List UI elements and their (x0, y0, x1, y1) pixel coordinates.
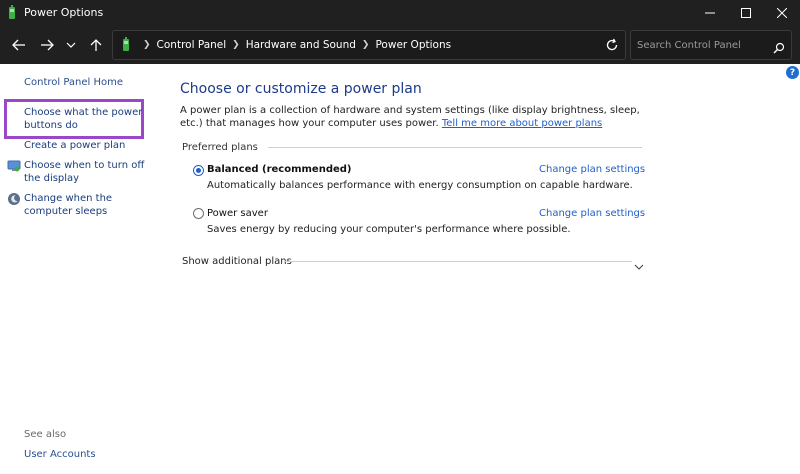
breadcrumb-separator-icon: ❯ (232, 40, 240, 50)
navigation-bar: ❯ Control Panel ❯ Hardware and Sound ❯ P… (0, 26, 800, 64)
preferred-plans-label: Preferred plans (182, 142, 258, 153)
chevron-down-icon[interactable] (634, 256, 644, 270)
breadcrumb: ❯ Control Panel ❯ Hardware and Sound ❯ P… (137, 39, 451, 51)
plan-description-power-saver: Saves energy by reducing your computer's… (207, 224, 571, 235)
page-title: Choose or customize a power plan (180, 81, 422, 97)
refresh-icon[interactable] (604, 37, 620, 53)
breadcrumb-power-options[interactable]: Power Options (375, 39, 451, 51)
back-button[interactable] (8, 34, 30, 56)
close-button[interactable] (764, 0, 800, 26)
breadcrumb-separator-icon: ❯ (361, 40, 370, 50)
power-options-icon (6, 5, 18, 25)
see-also-label: See also (24, 429, 67, 440)
address-bar[interactable]: ❯ Control Panel ❯ Hardware and Sound ❯ P… (112, 30, 703, 60)
main-content: ? Choose or customize a power plan A pow… (160, 64, 800, 474)
plan-radio-power-saver[interactable] (193, 208, 204, 219)
search-icon[interactable] (773, 39, 785, 58)
divider (284, 261, 632, 262)
search-box (630, 30, 792, 60)
search-input[interactable] (637, 37, 765, 53)
recent-locations-button[interactable] (60, 34, 82, 56)
plan-description-balanced: Automatically balances performance with … (207, 180, 633, 191)
window-title: Power Options (24, 6, 104, 19)
sidebar-item-create-plan[interactable]: Create a power plan (24, 139, 125, 152)
breadcrumb-separator-icon: ❯ (143, 40, 151, 50)
sidebar: Control Panel Home Choose what the power… (0, 64, 160, 474)
sidebar-item-computer-sleeps[interactable]: Change when the computer sleeps (24, 192, 150, 218)
show-additional-plans[interactable]: Show additional plans (182, 256, 292, 267)
tell-me-more-link[interactable]: Tell me more about power plans (442, 118, 602, 129)
minimize-button[interactable] (692, 0, 728, 26)
breadcrumb-hardware-and-sound[interactable]: Hardware and Sound (246, 39, 356, 51)
change-plan-settings-link[interactable]: Change plan settings (539, 208, 645, 219)
sleep-icon (7, 191, 21, 205)
divider (268, 147, 642, 148)
title-bar: Power Options (0, 0, 800, 26)
up-button[interactable] (85, 34, 107, 56)
plan-name-power-saver[interactable]: Power saver (207, 208, 268, 219)
plan-radio-balanced[interactable] (193, 165, 204, 176)
display-icon (7, 158, 21, 172)
help-button[interactable]: ? (786, 66, 799, 79)
plan-name-balanced[interactable]: Balanced (recommended) (207, 164, 352, 175)
sidebar-item-control-panel-home[interactable]: Control Panel Home (24, 76, 123, 89)
sidebar-item-user-accounts[interactable]: User Accounts (24, 448, 96, 461)
forward-button[interactable] (36, 34, 58, 56)
control-panel-icon (121, 37, 131, 57)
sidebar-item-display-off[interactable]: Choose when to turn off the display (24, 159, 150, 185)
maximize-button[interactable] (728, 0, 764, 26)
page-description: A power plan is a collection of hardware… (180, 104, 650, 130)
sidebar-item-power-buttons[interactable]: Choose what the power buttons do (24, 106, 144, 132)
breadcrumb-control-panel[interactable]: Control Panel (157, 39, 227, 51)
change-plan-settings-link[interactable]: Change plan settings (539, 164, 645, 175)
